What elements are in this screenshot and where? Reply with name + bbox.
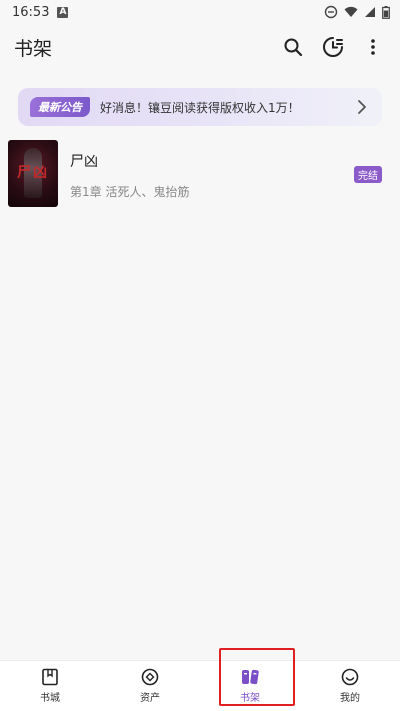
- status-bar: 16:53 A: [0, 0, 400, 24]
- announcement-text: 好消息！镶豆阅读获得版权收入1万！: [100, 100, 300, 115]
- chevron-right-icon: [358, 100, 366, 114]
- more-vert-icon: [371, 39, 375, 55]
- book-icon: [42, 668, 58, 686]
- search-button[interactable]: [280, 34, 306, 60]
- signal-icon: [365, 7, 375, 17]
- book-cover: 尸凶: [8, 140, 58, 207]
- status-badge: 完结: [354, 166, 382, 183]
- nav-item-bookshelf[interactable]: 书架: [200, 661, 300, 711]
- search-icon: [284, 38, 303, 57]
- notification-icon: A: [57, 6, 69, 18]
- history-button[interactable]: [320, 34, 346, 60]
- smile-icon: [341, 668, 359, 686]
- history-icon: [323, 37, 343, 57]
- nav-label-me: 我的: [340, 693, 360, 704]
- wifi-icon: [344, 6, 358, 17]
- dnd-icon: [324, 5, 338, 19]
- bookshelf-icon: [242, 669, 259, 685]
- more-button[interactable]: [360, 34, 386, 60]
- asset-icon: [141, 668, 159, 686]
- cover-title: 尸凶: [17, 165, 49, 181]
- page-title: 书架: [14, 37, 53, 60]
- announcement-badge: 最新公告: [30, 97, 90, 117]
- bottom-nav: 书城 资产 书架 我的: [0, 660, 400, 711]
- status-time: 16:53: [12, 4, 50, 20]
- nav-item-me[interactable]: 我的: [300, 661, 400, 711]
- book-title: 尸凶: [70, 154, 98, 170]
- nav-label-bookshelf: 书架: [240, 693, 260, 704]
- book-chapter: 第1章 活死人、鬼抬筋: [70, 185, 190, 199]
- book-list-item[interactable]: 尸凶 尸凶 第1章 活死人、鬼抬筋 完结: [8, 140, 392, 208]
- battery-icon: [382, 5, 390, 19]
- nav-item-bookstore[interactable]: 书城: [0, 661, 100, 711]
- nav-label-bookstore: 书城: [40, 693, 60, 704]
- announcement-banner[interactable]: 最新公告 好消息！镶豆阅读获得版权收入1万！: [18, 88, 382, 126]
- nav-label-assets: 资产: [140, 693, 160, 704]
- app-bar: 书架: [0, 24, 400, 70]
- nav-item-assets[interactable]: 资产: [100, 661, 200, 711]
